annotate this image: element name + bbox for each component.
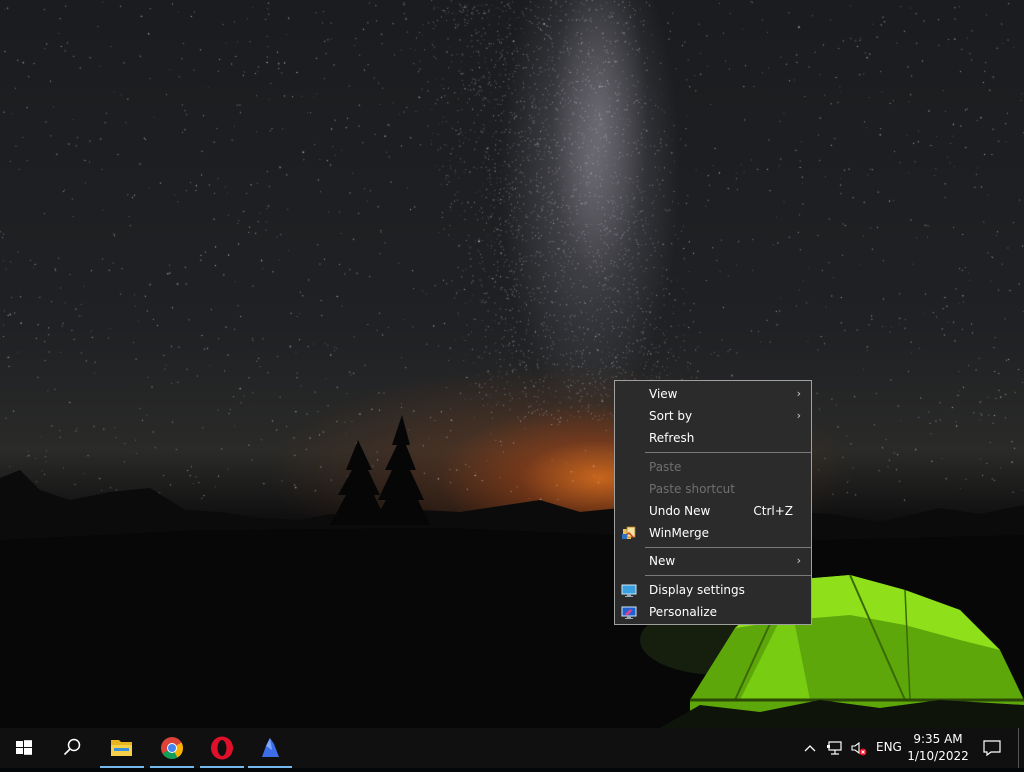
desktop[interactable] bbox=[0, 0, 1024, 728]
chevron-up-icon bbox=[804, 745, 816, 752]
clock-time: 9:35 AM bbox=[913, 732, 963, 746]
taskbar-app-blue[interactable] bbox=[246, 728, 294, 768]
menu-separator bbox=[645, 452, 811, 453]
menu-item-label: Refresh bbox=[649, 431, 695, 445]
menu-item-label: WinMerge bbox=[649, 526, 709, 540]
show-desktop-button[interactable] bbox=[1018, 728, 1019, 768]
chrome-icon bbox=[161, 737, 183, 759]
search-icon bbox=[63, 738, 81, 756]
clock-date: 1/10/2022 bbox=[907, 749, 969, 763]
search-button[interactable] bbox=[48, 728, 96, 768]
chevron-right-icon: › bbox=[796, 409, 801, 422]
action-center-icon bbox=[983, 740, 1001, 757]
menu-item-label: Sort by bbox=[649, 409, 693, 423]
taskbar-app-opera[interactable] bbox=[198, 728, 246, 768]
chevron-right-icon: › bbox=[796, 554, 801, 567]
taskbar: ENG 9:35 AM 1/10/2022 bbox=[0, 728, 1024, 768]
menu-item-refresh[interactable]: Refresh bbox=[615, 427, 811, 449]
menu-item-label: View bbox=[649, 387, 678, 401]
menu-item-personalize[interactable]: Personalize bbox=[615, 601, 811, 623]
taskbar-app-chrome[interactable] bbox=[148, 728, 196, 768]
personalize-icon bbox=[621, 604, 637, 620]
menu-item-label: Paste shortcut bbox=[649, 482, 735, 496]
menu-item-paste-shortcut[interactable]: Paste shortcut bbox=[615, 478, 811, 500]
volume-muted-icon bbox=[851, 741, 867, 756]
menu-item-label: Undo New bbox=[649, 504, 711, 518]
network-button[interactable] bbox=[826, 738, 844, 758]
clock[interactable]: 9:35 AM 1/10/2022 bbox=[896, 731, 980, 765]
taskbar-app-file-explorer[interactable] bbox=[98, 728, 146, 768]
menu-separator bbox=[645, 575, 811, 576]
show-hidden-icons-button[interactable] bbox=[802, 738, 818, 758]
chevron-right-icon: › bbox=[796, 387, 801, 400]
winmerge-icon bbox=[621, 525, 637, 541]
network-icon bbox=[827, 741, 842, 755]
menu-item-label: Paste bbox=[649, 460, 682, 474]
menu-item-paste[interactable]: Paste bbox=[615, 456, 811, 478]
windows-logo-icon bbox=[16, 740, 32, 755]
display-settings-icon bbox=[621, 582, 637, 598]
folder-icon bbox=[111, 740, 132, 756]
menu-item-shortcut: Ctrl+Z bbox=[753, 504, 793, 518]
action-center-button[interactable] bbox=[982, 738, 1002, 758]
menu-item-undo-new[interactable]: Undo New Ctrl+Z bbox=[615, 500, 811, 522]
volume-button[interactable] bbox=[850, 738, 868, 758]
menu-item-label: Personalize bbox=[649, 605, 718, 619]
wallpaper-landscape bbox=[0, 415, 1024, 728]
menu-item-new[interactable]: New › bbox=[615, 550, 811, 572]
desktop-context-menu: View › Sort by › Refresh Paste Paste sho… bbox=[614, 380, 812, 625]
menu-item-display-settings[interactable]: Display settings bbox=[615, 579, 811, 601]
app-icon bbox=[262, 738, 279, 757]
opera-icon bbox=[211, 736, 233, 760]
start-button[interactable] bbox=[0, 728, 48, 768]
menu-item-winmerge[interactable]: WinMerge bbox=[615, 522, 811, 544]
menu-separator bbox=[645, 547, 811, 548]
menu-item-label: Display settings bbox=[649, 583, 745, 597]
menu-item-label: New bbox=[649, 554, 676, 568]
menu-item-sort-by[interactable]: Sort by › bbox=[615, 405, 811, 427]
menu-item-view[interactable]: View › bbox=[615, 383, 811, 405]
